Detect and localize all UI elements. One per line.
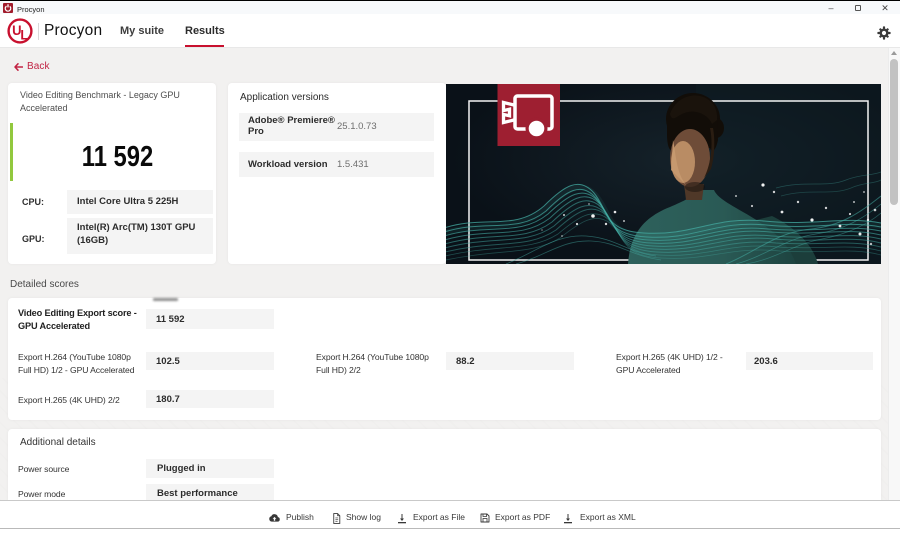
svg-text:L: L — [20, 27, 28, 43]
